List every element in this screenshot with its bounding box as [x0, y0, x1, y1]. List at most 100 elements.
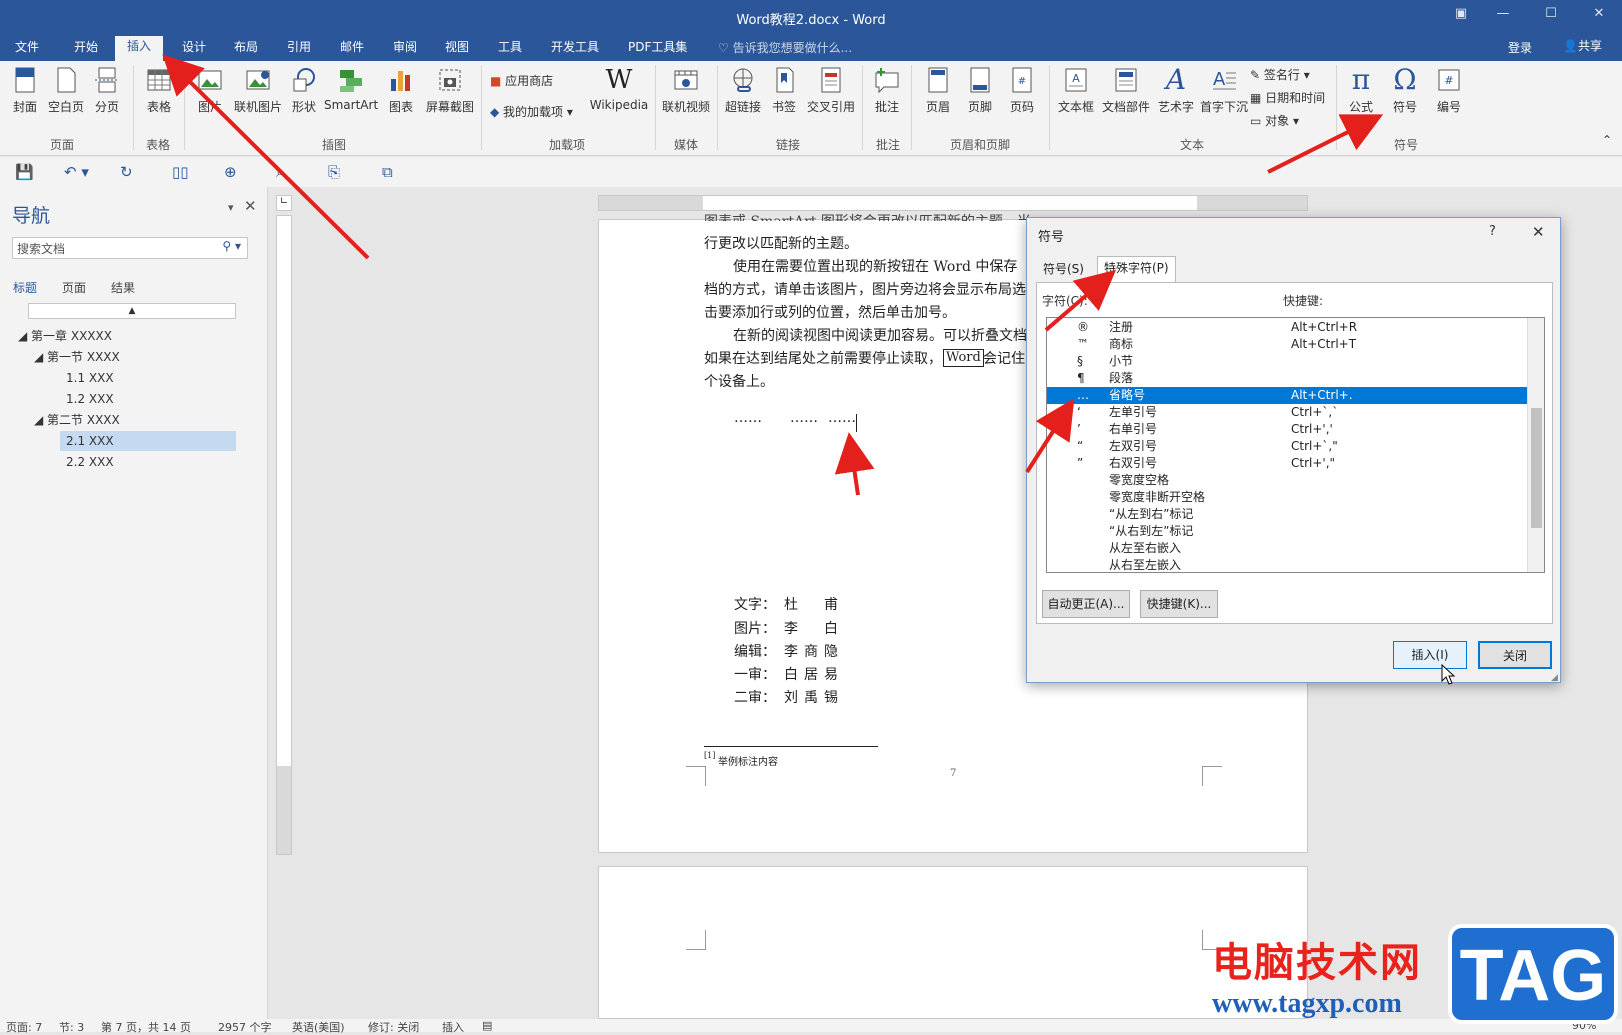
- shapes-button[interactable]: 形状: [289, 65, 319, 115]
- footer-button[interactable]: 页脚: [964, 65, 996, 115]
- tab-file[interactable]: 文件: [11, 38, 43, 61]
- char-row[interactable]: ¶ 段落: [1047, 370, 1528, 387]
- special-characters-list[interactable]: ® 注册 Alt+Ctrl+R ™ 商标 Alt+Ctrl+T § 小节 ¶ 段落 … 省略号 Alt+…: [1046, 317, 1545, 573]
- tab-home[interactable]: 开始: [70, 38, 102, 61]
- char-row[interactable]: ” 右双引号 Ctrl+',": [1047, 455, 1528, 472]
- char-row[interactable]: “ 左双引号 Ctrl+`,": [1047, 438, 1528, 455]
- date-time-button[interactable]: ▦ 日期和时间: [1250, 89, 1325, 106]
- tab-symbols[interactable]: 符号(S): [1037, 258, 1090, 282]
- tell-me-box[interactable]: ♡ 告诉我您想要做什么...: [718, 39, 852, 56]
- collapse-icon[interactable]: ◢: [34, 413, 47, 427]
- save-icon[interactable]: 💾: [15, 163, 34, 181]
- char-row[interactable]: 零宽度空格: [1047, 472, 1528, 489]
- collapse-icon[interactable]: ◢: [18, 329, 31, 343]
- drop-cap-button[interactable]: A 首字下沉: [1198, 65, 1250, 115]
- web-layout-icon[interactable]: ⊕: [224, 163, 237, 181]
- nav-options-icon[interactable]: ▾: [228, 201, 234, 214]
- smartart-button[interactable]: SmartArt: [324, 65, 378, 112]
- nav-search-input[interactable]: 搜索文档 ⚲ ▾: [12, 237, 248, 259]
- char-row-selected[interactable]: … 省略号 Alt+Ctrl+.: [1047, 387, 1528, 404]
- numbering-button[interactable]: # 编号: [1432, 65, 1466, 115]
- status-pages[interactable]: 第 7 页，共 14 页: [101, 1019, 191, 1035]
- object-button[interactable]: ▭ 对象 ▾: [1250, 112, 1299, 129]
- collapse-ribbon-icon[interactable]: ⌃: [1602, 133, 1612, 147]
- cross-reference-button[interactable]: 交叉引用: [804, 65, 858, 115]
- redo-icon[interactable]: ↻: [120, 163, 133, 181]
- read-mode-icon[interactable]: ▯▯: [172, 163, 189, 181]
- char-row[interactable]: ™ 商标 Alt+Ctrl+T: [1047, 336, 1528, 353]
- nav-tab-results[interactable]: 结果: [111, 279, 135, 296]
- online-pictures-button[interactable]: 联机图片: [232, 65, 284, 115]
- minimize-button[interactable]: —: [1492, 6, 1514, 26]
- nav-item[interactable]: ◢ 第二节 XXXX: [34, 410, 120, 430]
- status-words[interactable]: 2957 个字: [218, 1019, 272, 1035]
- char-row[interactable]: “从左到右”标记: [1047, 506, 1528, 523]
- close-icon[interactable]: ✕: [244, 197, 257, 215]
- blank-page-button[interactable]: 空白页: [46, 65, 86, 115]
- text-box-button[interactable]: A 文本框: [1055, 65, 1097, 115]
- nav-item[interactable]: ◢ 第一节 XXXX: [34, 347, 120, 367]
- tab-selector[interactable]: ∟: [276, 195, 292, 211]
- my-addins-button[interactable]: ◆ 我的加载项 ▾: [490, 103, 573, 120]
- nav-item[interactable]: 1.2 XXX: [66, 389, 114, 409]
- close-button[interactable]: 关闭: [1478, 641, 1552, 669]
- quick-parts-button[interactable]: 文档部件: [1100, 65, 1152, 115]
- nav-item[interactable]: 2.2 XXX: [66, 452, 114, 472]
- status-language[interactable]: 英语(美国): [292, 1019, 345, 1035]
- nav-tab-pages[interactable]: 页面: [62, 279, 86, 296]
- tab-references[interactable]: 引用: [283, 38, 315, 61]
- tab-layout[interactable]: 布局: [230, 38, 262, 61]
- sign-in-link[interactable]: 登录: [1508, 39, 1532, 56]
- equation-button[interactable]: π 公式: [1344, 65, 1378, 115]
- bookmark-button[interactable]: 书签: [769, 65, 799, 115]
- tab-tools[interactable]: 工具: [494, 38, 526, 61]
- status-section[interactable]: 节: 3: [59, 1019, 84, 1035]
- collapse-icon[interactable]: ◢: [34, 350, 47, 364]
- resize-grip-icon[interactable]: ◢: [1551, 673, 1558, 683]
- autocorrect-button[interactable]: 自动更正(A)...: [1042, 590, 1130, 618]
- symbol-button[interactable]: Ω 符号: [1388, 65, 1422, 115]
- store-button[interactable]: ■ 应用商店: [490, 72, 553, 89]
- header-button[interactable]: 页眉: [922, 65, 954, 115]
- tab-special-characters[interactable]: 特殊字符(P): [1097, 256, 1176, 283]
- maximize-button[interactable]: ☐: [1540, 6, 1562, 26]
- status-mode[interactable]: 插入: [442, 1019, 464, 1035]
- char-row[interactable]: 零宽度非断开空格: [1047, 489, 1528, 506]
- nav-tab-headings[interactable]: 标题: [13, 279, 37, 296]
- scroll-up-button[interactable]: ▲: [28, 303, 236, 319]
- scrollbar-thumb[interactable]: [1531, 408, 1542, 528]
- nav-item[interactable]: ◢ 第一章 XXXXX: [18, 326, 112, 346]
- customize-qat-icon[interactable]: ⧉: [382, 163, 393, 181]
- tab-developer[interactable]: 开发工具: [547, 38, 603, 61]
- tab-design[interactable]: 设计: [178, 38, 210, 61]
- shortcut-key-button[interactable]: 快捷键(K)...: [1140, 590, 1218, 618]
- help-button[interactable]: ?: [1489, 224, 1496, 239]
- ribbon-display-icon[interactable]: ▣: [1450, 6, 1472, 26]
- nav-item-selected[interactable]: 2.1 XXX: [60, 431, 236, 451]
- char-row[interactable]: ® 注册 Alt+Ctrl+R: [1047, 319, 1528, 336]
- comment-button[interactable]: 批注: [870, 65, 904, 115]
- attach-icon[interactable]: ⎘: [328, 163, 340, 181]
- macro-icon[interactable]: ▤: [482, 1019, 492, 1032]
- status-track-changes[interactable]: 修订: 关闭: [368, 1019, 419, 1035]
- hyperlink-button[interactable]: 超链接: [722, 65, 764, 115]
- wikipedia-button[interactable]: W Wikipedia: [587, 65, 651, 112]
- undo-icon[interactable]: ↶ ▾: [64, 163, 89, 181]
- share-button[interactable]: 👤共享: [1563, 37, 1602, 54]
- tab-review[interactable]: 审阅: [389, 38, 421, 61]
- chart-button[interactable]: 图表: [386, 65, 416, 115]
- close-window-button[interactable]: ✕: [1588, 6, 1610, 26]
- table-button[interactable]: 表格: [142, 65, 176, 115]
- print-preview-icon[interactable]: ⌕: [276, 163, 284, 181]
- char-row[interactable]: § 小节: [1047, 353, 1528, 370]
- page-number-button[interactable]: # 页码: [1006, 65, 1038, 115]
- tab-mailings[interactable]: 邮件: [336, 38, 368, 61]
- list-scrollbar[interactable]: [1527, 318, 1544, 572]
- char-row[interactable]: ‘ 左单引号 Ctrl+`,`: [1047, 404, 1528, 421]
- online-video-button[interactable]: 联机视频: [660, 65, 712, 115]
- status-page[interactable]: 页面: 7: [6, 1019, 42, 1035]
- char-row[interactable]: 从右至左嵌入: [1047, 557, 1528, 572]
- signature-line-button[interactable]: ✎ 签名行 ▾: [1250, 66, 1310, 83]
- char-row[interactable]: 从左至右嵌入: [1047, 540, 1528, 557]
- vertical-ruler[interactable]: [276, 215, 292, 855]
